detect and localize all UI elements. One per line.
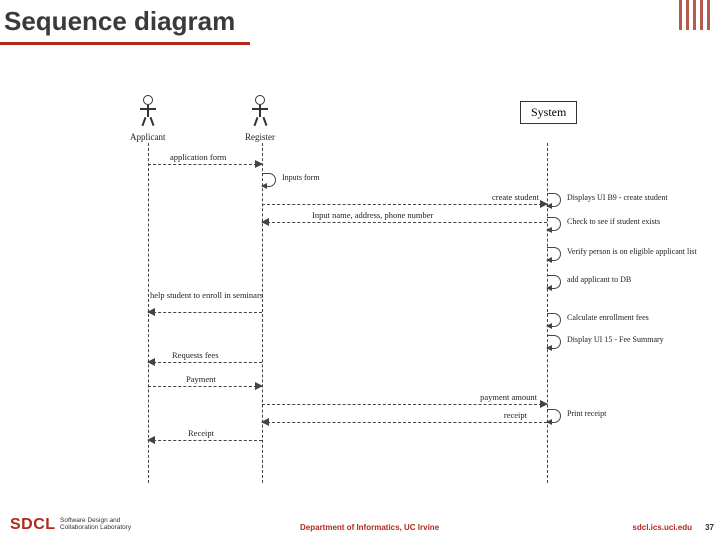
sequence-diagram: Applicant Register System application fo… (115, 95, 630, 490)
actor-register: Register (245, 95, 275, 142)
loop-display-ui15: Display UI 15 - Fee Summary (547, 335, 565, 349)
loop-print-receipt: Print receipt (547, 409, 565, 423)
msg-create-student: create student (262, 195, 547, 209)
lifeline-register (262, 143, 263, 483)
corner-decoration (679, 0, 710, 30)
footer-url: sdcl.ics.uci.edu (632, 523, 692, 532)
person-icon (252, 95, 268, 125)
actor-label: Register (245, 132, 275, 142)
msg-input-details: Input name, address, phone number (262, 213, 547, 227)
person-icon (140, 95, 156, 125)
msg-help-enroll: help student to enroll in seminars (148, 303, 262, 317)
msg-receipt-applicant: Receipt (148, 431, 262, 445)
msg-receipt-back: receipt (262, 413, 547, 427)
msg-payment: Payment (148, 377, 262, 391)
loop-inputs-form: Inputs form (262, 173, 280, 187)
msg-requests-fees: Requests fees (148, 353, 262, 367)
title-underline (0, 42, 250, 45)
footer-logo-subtitle: Software Design and Collaboration Labora… (60, 518, 131, 532)
actor-applicant: Applicant (130, 95, 166, 142)
loop-add-applicant: add applicant to DB (547, 275, 565, 289)
slide-title: Sequence diagram (4, 6, 235, 37)
msg-payment-amount: payment amount (262, 395, 547, 409)
loop-verify-person: Verify person is on eligible applicant l… (547, 247, 565, 261)
loop-check-student: Check to see if student exists (547, 217, 565, 231)
slide-footer: SDCL Software Design and Collaboration L… (0, 514, 720, 534)
actor-label: Applicant (130, 132, 166, 142)
loop-calc-fees: Calculate enrollment fees (547, 313, 565, 327)
actor-system: System (520, 101, 577, 124)
loop-display-ui-b9: Displays UI B9 - create student (547, 193, 565, 207)
system-box: System (520, 101, 577, 124)
page-number: 37 (705, 523, 714, 532)
footer-department: Department of Informatics, UC Irvine (300, 523, 439, 532)
footer-logo: SDCL (10, 516, 56, 534)
msg-application-form: application form (148, 155, 262, 169)
